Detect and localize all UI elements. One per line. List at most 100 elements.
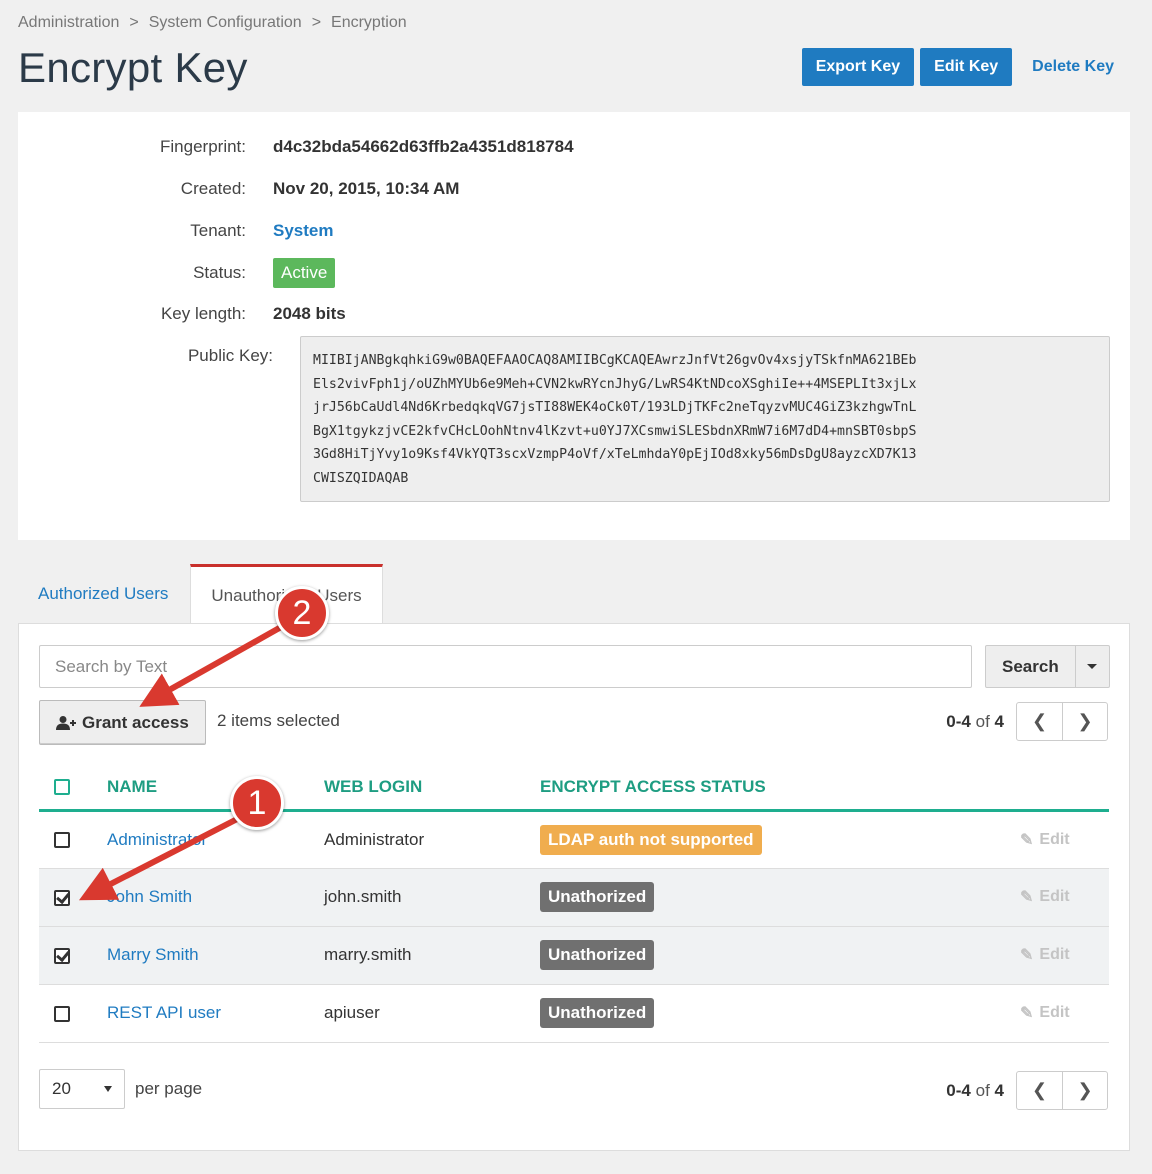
key-details-card: Fingerprint: d4c32bda54662d63ffb2a4351d8… (18, 112, 1130, 540)
per-page-label: per page (135, 1079, 203, 1098)
row-checkbox[interactable] (54, 832, 70, 849)
status-cell: Unathorized (540, 984, 960, 1043)
chevron-down-icon (104, 1086, 112, 1092)
edit-key-button[interactable]: Edit Key (920, 48, 1013, 86)
key-length-label: Key length: (160, 304, 246, 323)
action-cell: ✎ Edit (960, 810, 1109, 869)
pagination-range: 0-4 of 4 (946, 711, 1004, 731)
grant-access-button[interactable]: Grant access (39, 700, 206, 745)
tenant-label: Tenant: (190, 221, 246, 240)
export-key-button[interactable]: Export Key (801, 48, 915, 86)
user-plus-icon (56, 715, 76, 730)
user-name-link[interactable]: Marry Smith (107, 945, 199, 964)
login-cell: Administrator (324, 810, 540, 869)
tenant-link[interactable]: System (273, 221, 333, 241)
edit-icon: ✎ (1020, 831, 1034, 849)
status-label: Status: (193, 263, 246, 282)
header-actions: Export Key Edit Key Delete Key (801, 48, 1128, 86)
edit-icon: ✎ (1020, 947, 1034, 964)
row-select-cell (39, 868, 107, 927)
breadcrumb-system-configuration[interactable]: System Configuration (149, 14, 302, 32)
chevron-left-icon: ❮ (1031, 711, 1048, 731)
select-all-cell (39, 765, 107, 812)
search-button-group: Search (985, 645, 1110, 688)
status-badge: Unathorized (540, 882, 655, 912)
table-row: Administrator Administrator LDAP auth no… (39, 810, 1109, 869)
tenant-row: Tenant: System (18, 221, 333, 241)
prev-page-button[interactable]: ❮ (1017, 1072, 1062, 1109)
name-cell: Administrator (107, 810, 324, 869)
delete-key-button[interactable]: Delete Key (1018, 48, 1128, 86)
per-page-select[interactable]: 20 (39, 1069, 125, 1109)
row-checkbox[interactable] (54, 947, 70, 964)
status-badge: LDAP auth not supported (540, 824, 762, 855)
annotation-callout-1: 1 (230, 776, 284, 830)
created-value: Nov 20, 2015, 10:34 AM (273, 179, 460, 198)
per-page-value: 20 (52, 1079, 71, 1098)
edit-link[interactable]: ✎ Edit (960, 945, 1109, 965)
tab-authorized-users[interactable]: Authorized Users (18, 564, 188, 624)
status-cell: LDAP auth not supported (540, 810, 960, 869)
row-select-cell (39, 984, 107, 1043)
public-key-textarea[interactable]: MIIBIjANBgkqhkiG9w0BAQEFAAOCAQ8AMIIBCgKC… (300, 336, 1110, 502)
next-page-button[interactable]: ❯ (1062, 1072, 1107, 1109)
action-cell: ✎ Edit (960, 984, 1109, 1043)
row-select-cell (39, 926, 107, 985)
next-page-button[interactable]: ❯ (1062, 703, 1107, 740)
annotation-callout-2: 2 (275, 586, 329, 640)
status-cell: Unathorized (540, 868, 960, 927)
breadcrumb-separator: > (129, 14, 139, 31)
edit-icon: ✎ (1020, 1005, 1034, 1022)
user-name-link[interactable]: John Smith (107, 887, 192, 906)
table-row: REST API user apiuser Unathorized ✎ Edit (39, 984, 1109, 1043)
user-name-link[interactable]: Administrator (107, 830, 207, 849)
chevron-right-icon: ❯ (1077, 711, 1093, 731)
fingerprint-value: d4c32bda54662d63ffb2a4351d818784 (273, 137, 574, 156)
pager-buttons: ❮ ❯ (1016, 702, 1108, 741)
edit-link[interactable]: ✎ Edit (960, 1003, 1109, 1023)
search-button[interactable]: Search (985, 645, 1076, 688)
pagination-bottom: 0-4 of 4 ❮ ❯ (946, 1071, 1108, 1110)
selected-count: 2 items selected (217, 711, 340, 730)
login-cell: marry.smith (324, 926, 540, 985)
column-name[interactable]: NAME (107, 765, 324, 812)
action-cell: ✎ Edit (960, 926, 1109, 985)
prev-page-button[interactable]: ❮ (1017, 703, 1062, 740)
column-web-login[interactable]: WEB LOGIN (324, 765, 540, 812)
select-all-checkbox[interactable] (54, 779, 70, 796)
pagination-range: 0-4 of 4 (946, 1080, 1004, 1100)
breadcrumb-encryption[interactable]: Encryption (331, 14, 407, 32)
edit-icon: ✎ (1020, 889, 1034, 906)
search-options-dropdown[interactable] (1075, 645, 1110, 688)
edit-link[interactable]: ✎ Edit (960, 830, 1109, 850)
key-length-row: Key length: 2048 bits (18, 304, 346, 324)
status-badge: Active (273, 258, 336, 288)
fingerprint-row: Fingerprint: d4c32bda54662d63ffb2a4351d8… (18, 137, 574, 157)
table-row: John Smith john.smith Unathorized ✎ Edit (39, 868, 1109, 927)
chevron-down-icon (1087, 664, 1098, 669)
page-title: Encrypt Key (18, 44, 248, 91)
row-checkbox[interactable] (54, 1005, 70, 1022)
created-label: Created: (180, 179, 246, 198)
user-name-link[interactable]: REST API user (107, 1003, 221, 1022)
status-badge: Unathorized (540, 998, 655, 1028)
status-row: Status: Active (18, 258, 336, 288)
column-encrypt-access-status[interactable]: ENCRYPT ACCESS STATUS (540, 765, 960, 812)
chevron-right-icon: ❯ (1077, 1080, 1093, 1100)
status-cell: Unathorized (540, 926, 960, 985)
breadcrumb-administration[interactable]: Administration (18, 14, 119, 32)
chevron-left-icon: ❮ (1031, 1080, 1048, 1100)
search-input[interactable] (39, 645, 972, 688)
row-select-cell (39, 810, 107, 869)
action-cell: ✎ Edit (960, 868, 1109, 927)
row-checkbox[interactable] (54, 889, 70, 906)
created-row: Created: Nov 20, 2015, 10:34 AM (18, 179, 460, 199)
edit-link[interactable]: ✎ Edit (960, 887, 1109, 907)
name-cell: Marry Smith (107, 926, 324, 985)
users-panel: Search Grant access 2 items selected 0-4… (18, 623, 1130, 1151)
table-row: Marry Smith marry.smith Unathorized ✎ Edi… (39, 926, 1109, 985)
fingerprint-label: Fingerprint: (160, 137, 246, 156)
login-cell: john.smith (324, 868, 540, 927)
breadcrumb: Administration > System Configuration > … (18, 14, 407, 32)
name-cell: REST API user (107, 984, 324, 1043)
